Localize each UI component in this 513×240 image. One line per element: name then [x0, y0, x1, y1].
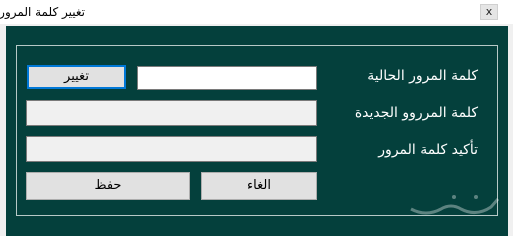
save-button[interactable]: حفظ: [26, 172, 190, 200]
change-password-window: تغيير كلمة المرور x كلمة المرور الحالية …: [0, 0, 513, 240]
title-bar: تغيير كلمة المرور x: [0, 0, 513, 24]
window-title: تغيير كلمة المرور: [0, 5, 85, 19]
confirm-password-field[interactable]: [26, 136, 317, 162]
close-button[interactable]: x: [480, 4, 498, 20]
confirm-password-label: تأكيد كلمة المرور: [378, 142, 478, 158]
new-password-label: كلمة المرروو الجديدة: [354, 105, 478, 121]
cancel-button-label: الغاء: [247, 178, 271, 193]
bottom-edge: [0, 236, 513, 240]
change-button-label: تغيير: [64, 69, 89, 84]
current-password-label: كلمة المرور الحالية: [367, 68, 478, 84]
close-icon: x: [485, 5, 493, 18]
change-button[interactable]: تغيير: [27, 65, 126, 89]
new-password-field[interactable]: [26, 100, 317, 126]
current-password-field[interactable]: [137, 66, 317, 90]
haraj-watermark-logo: [410, 195, 500, 215]
save-button-label: حفظ: [94, 178, 122, 193]
cancel-button[interactable]: الغاء: [201, 172, 317, 200]
